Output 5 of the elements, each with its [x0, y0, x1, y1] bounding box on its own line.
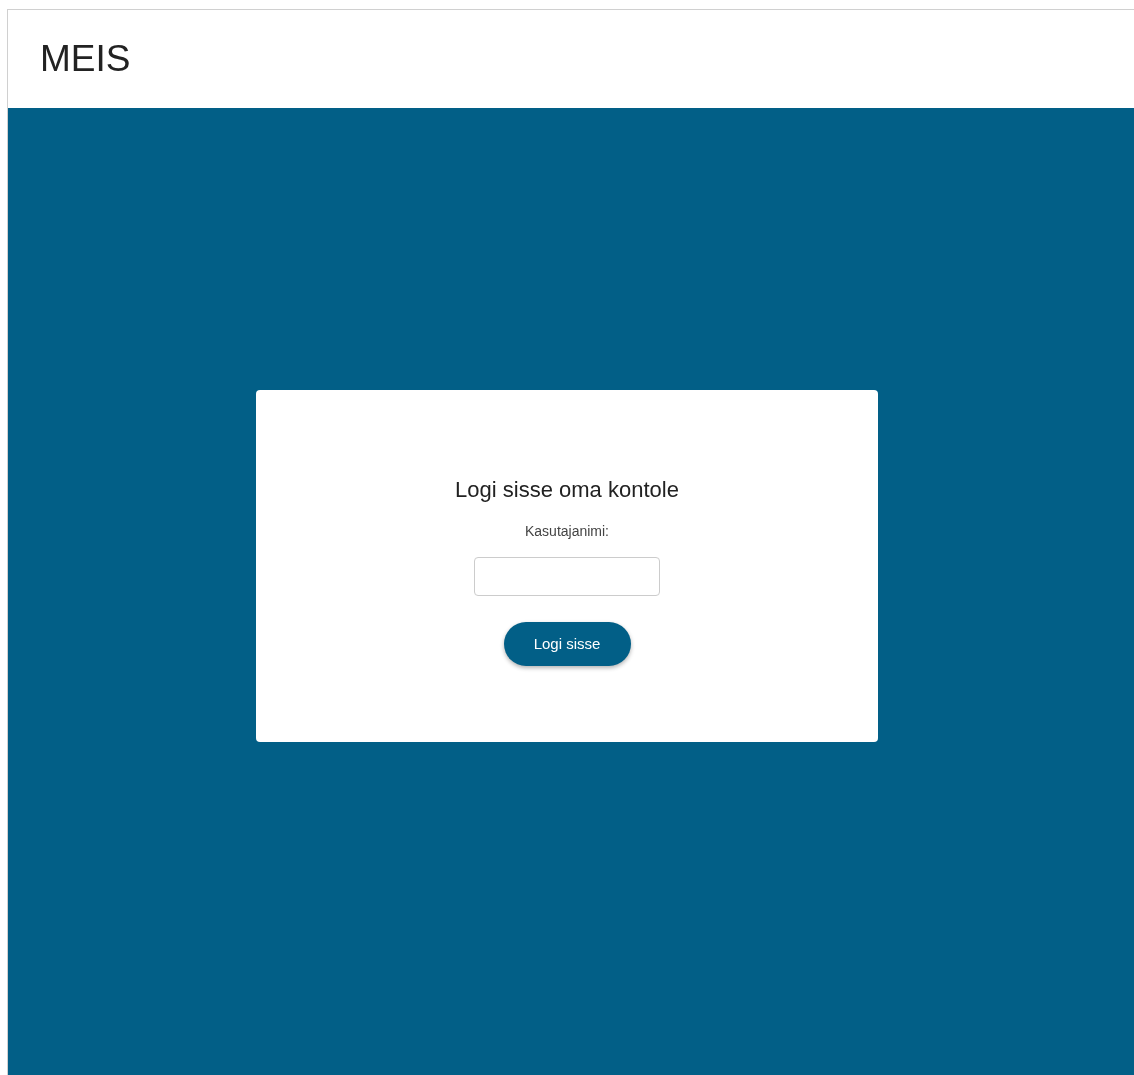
app-title: MEIS: [40, 38, 131, 80]
login-button[interactable]: Logi sisse: [503, 621, 631, 666]
username-label: Kasutajanimi:: [524, 522, 609, 539]
login-heading: Logi sisse oma kontole: [455, 476, 679, 503]
username-field[interactable]: [474, 556, 660, 596]
